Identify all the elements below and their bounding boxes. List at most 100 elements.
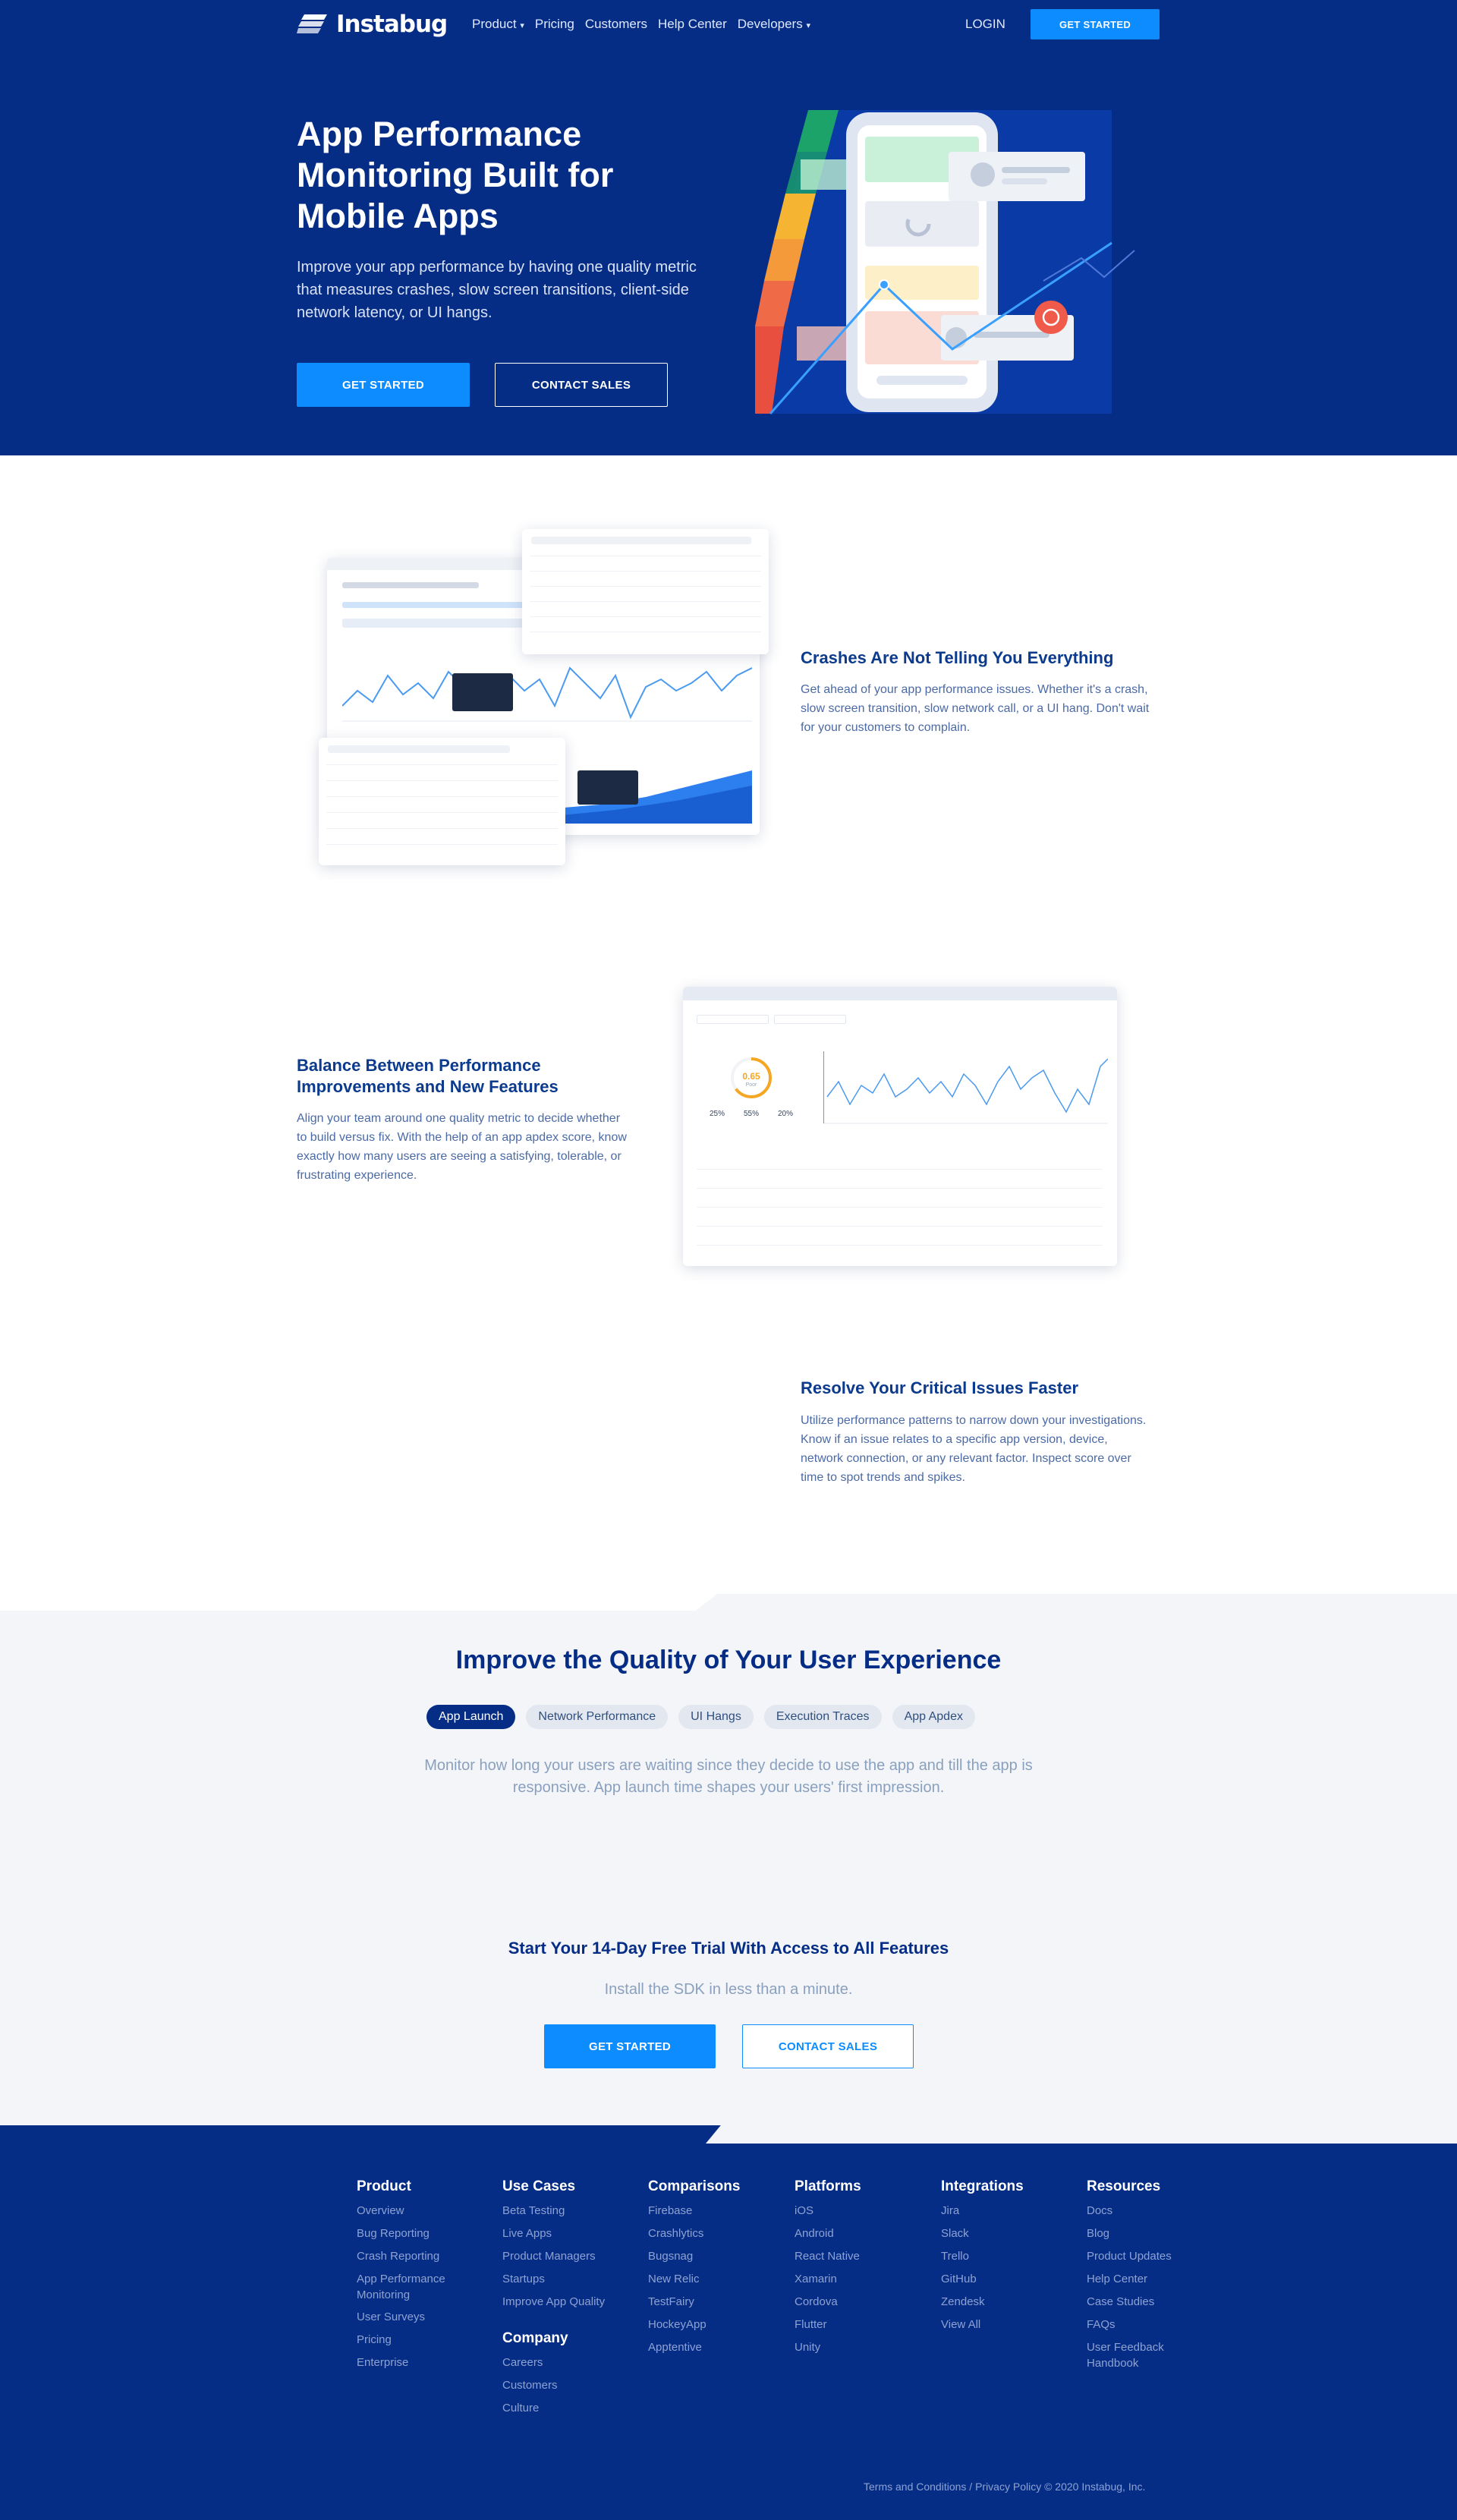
footer-link[interactable]: HockeyApp xyxy=(648,2314,785,2336)
chevron-down-icon: ▾ xyxy=(806,21,810,30)
hero-get-started-button[interactable]: GET STARTED xyxy=(297,363,470,407)
footer-col-title: Integrations xyxy=(941,2178,1024,2194)
quality-description: Monitor how long your users are waiting … xyxy=(424,1757,1033,1796)
footer-link[interactable]: Enterprise xyxy=(357,2351,493,2374)
hero-title: App Performance Monitoring Built for Mob… xyxy=(297,115,614,235)
nav-product[interactable]: Product ▾ xyxy=(472,17,524,32)
footer-link[interactable]: App Performance Monitoring xyxy=(357,2268,493,2306)
footer-col-resources: Resources Docs Blog Product Updates Help… xyxy=(1087,2178,1201,2374)
band-notch xyxy=(0,1594,717,1611)
quality-title: Improve the Quality of Your User Experie… xyxy=(455,1646,1002,1674)
footer-link[interactable]: TestFairy xyxy=(648,2291,785,2314)
footer-link[interactable]: Improve App Quality xyxy=(502,2291,639,2314)
nav-help-center[interactable]: Help Center xyxy=(658,17,727,32)
tab-app-launch[interactable]: App Launch xyxy=(426,1705,516,1729)
footer-link[interactable]: React Native xyxy=(795,2245,931,2268)
footer-link[interactable]: Customers xyxy=(502,2374,639,2397)
footer-link[interactable]: Cordova xyxy=(795,2291,931,2314)
footer-col-title: Use Cases xyxy=(502,2178,576,2194)
apdex-score-label: Poor xyxy=(745,1082,757,1088)
feature-3-text: Utilize performance patterns to narrow d… xyxy=(801,1414,1147,1484)
footer-link[interactable]: Bugsnag xyxy=(648,2245,785,2268)
nav-developers[interactable]: Developers ▾ xyxy=(738,17,810,32)
footer-link[interactable]: Pricing xyxy=(357,2329,493,2351)
footer-link[interactable]: Case Studies xyxy=(1087,2291,1201,2314)
hero-contact-sales-button[interactable]: CONTACT SALES xyxy=(495,363,668,407)
footer-link[interactable]: Beta Testing xyxy=(502,2200,639,2222)
footer-col-product: Product Overview Bug Reporting Crash Rep… xyxy=(357,2178,493,2374)
dashboard-table-card-top xyxy=(522,529,769,654)
footer-col-platforms: Platforms iOS Android React Native Xamar… xyxy=(795,2178,931,2359)
footer-link[interactable]: Startups xyxy=(502,2268,639,2291)
feature-2-title: Balance Between Performance Improvements… xyxy=(297,1056,559,1096)
footer-link[interactable]: Overview xyxy=(357,2200,493,2222)
footer-link[interactable]: Slack xyxy=(941,2222,1078,2245)
footer-col-title: Comparisons xyxy=(648,2178,741,2194)
apdex-stat-value: 25% xyxy=(709,1110,725,1118)
dashboard-table-card-bottom xyxy=(319,738,565,865)
apdex-stat-value: 20% xyxy=(777,1110,793,1118)
footer-link[interactable]: Careers xyxy=(502,2351,639,2374)
footer-link[interactable]: Android xyxy=(795,2222,931,2245)
footer-link[interactable]: New Relic xyxy=(648,2268,785,2291)
nav-customers[interactable]: Customers xyxy=(585,17,647,32)
tab-network-performance[interactable]: Network Performance xyxy=(526,1705,669,1729)
footer-link[interactable]: User Feedback Handbook xyxy=(1087,2336,1201,2374)
footer-link[interactable]: User Surveys xyxy=(357,2306,493,2329)
footer-link[interactable]: iOS xyxy=(795,2200,931,2222)
hero-phone-illustration xyxy=(755,110,1135,414)
footer-link[interactable]: GitHub xyxy=(941,2268,1078,2291)
logo[interactable]: Instabug xyxy=(297,11,448,38)
footer-link[interactable]: Help Center xyxy=(1087,2268,1201,2291)
main-nav: Product ▾ Pricing Customers Help Center … xyxy=(472,17,810,32)
footer-link[interactable]: FAQs xyxy=(1087,2314,1201,2336)
footer-link[interactable]: Product Updates xyxy=(1087,2245,1201,2268)
footer-link[interactable]: Firebase xyxy=(648,2200,785,2222)
footer-link[interactable]: Zendesk xyxy=(941,2291,1078,2314)
footer-col-use-cases: Use Cases Beta Testing Live Apps Product… xyxy=(502,2178,639,2420)
footer-link[interactable]: Crashlytics xyxy=(648,2222,785,2245)
footer-col-comparisons: Comparisons Firebase Crashlytics Bugsnag… xyxy=(648,2178,785,2359)
footer-link[interactable]: View All xyxy=(941,2314,1078,2336)
trial-get-started-button[interactable]: GET STARTED xyxy=(544,2024,716,2068)
nav-developers-label: Developers xyxy=(737,17,803,31)
footer-link[interactable]: Jira xyxy=(941,2200,1078,2222)
footer-link[interactable]: Culture xyxy=(502,2397,639,2420)
footer-link[interactable]: Bug Reporting xyxy=(357,2222,493,2245)
header-get-started-button[interactable]: GET STARTED xyxy=(1031,9,1160,39)
footer-link[interactable]: Unity xyxy=(795,2336,931,2359)
trial-title: Start Your 14-Day Free Trial With Access… xyxy=(508,1939,949,1958)
feature-3-title: Resolve Your Critical Issues Faster xyxy=(801,1378,1079,1397)
trial-contact-sales-button[interactable]: CONTACT SALES xyxy=(742,2024,914,2068)
footer-link[interactable]: Live Apps xyxy=(502,2222,639,2245)
feature-2-text: Align your team around one quality metri… xyxy=(297,1112,627,1182)
footer-link[interactable]: Flutter xyxy=(795,2314,931,2336)
apdex-line-chart xyxy=(823,1051,1108,1124)
footer-link[interactable]: Docs xyxy=(1087,2200,1201,2222)
apdex-stat-value: 55% xyxy=(743,1110,759,1118)
footer-link[interactable]: Blog xyxy=(1087,2222,1201,2245)
instabug-logo-icon xyxy=(297,14,327,33)
footer-link[interactable]: Apptentive xyxy=(648,2336,785,2359)
trend-line-chart xyxy=(342,666,752,722)
footer-link[interactable]: Product Managers xyxy=(502,2245,639,2268)
footer-col-title: Company xyxy=(502,2330,568,2346)
tab-ui-hangs[interactable]: UI Hangs xyxy=(678,1705,754,1729)
footer-col-title: Platforms xyxy=(795,2178,861,2194)
trial-subtitle: Install the SDK in less than a minute. xyxy=(604,1981,853,1998)
tab-app-apdex[interactable]: App Apdex xyxy=(892,1705,975,1729)
feature-1-text: Get ahead of your app performance issues… xyxy=(801,683,1150,734)
login-link[interactable]: LOGIN xyxy=(965,17,1005,32)
chevron-down-icon: ▾ xyxy=(520,21,524,30)
footer-col-integrations: Integrations Jira Slack Trello GitHub Ze… xyxy=(941,2178,1078,2336)
nav-pricing[interactable]: Pricing xyxy=(535,17,574,32)
apdex-screenshot: 0.65 Poor 25% 55% 20% xyxy=(683,987,1117,1266)
footer-link[interactable]: Crash Reporting xyxy=(357,2245,493,2268)
footer-link[interactable]: Xamarin xyxy=(795,2268,931,2291)
tab-execution-traces[interactable]: Execution Traces xyxy=(763,1705,882,1729)
footer-legal[interactable]: Terms and Conditions / Privacy Policy © … xyxy=(864,2481,1145,2493)
hero-subtitle: Improve your app performance by having o… xyxy=(297,259,697,321)
logo-text: Instabug xyxy=(336,11,448,38)
footer-link[interactable]: Trello xyxy=(941,2245,1078,2268)
hero-section xyxy=(0,0,1457,455)
